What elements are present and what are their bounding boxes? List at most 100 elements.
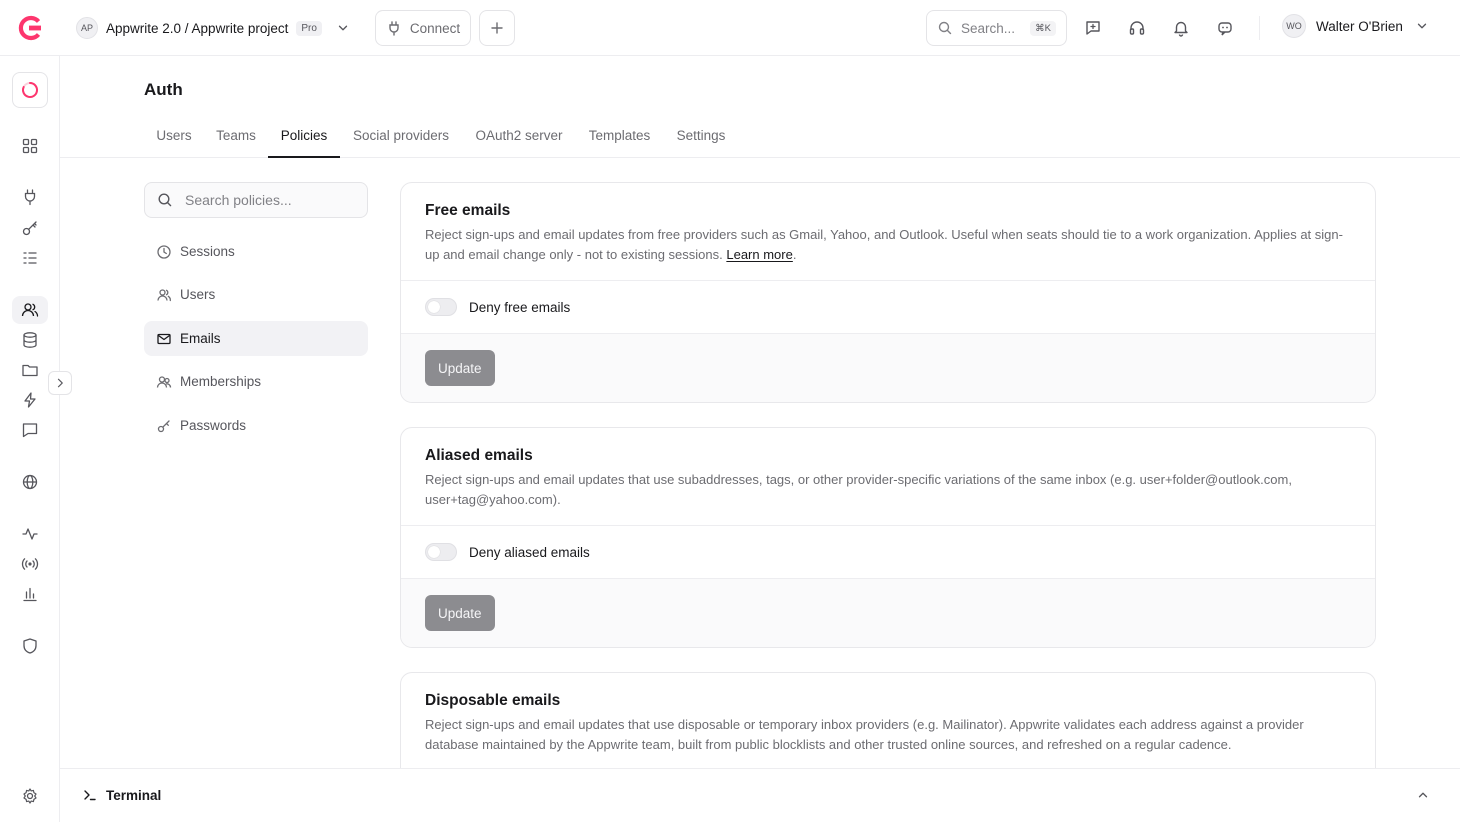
description-text: Reject sign-ups and email updates from f… bbox=[425, 227, 1343, 262]
assistant-icon[interactable] bbox=[1215, 18, 1235, 38]
folder-icon[interactable] bbox=[20, 360, 40, 380]
policy-item-emails[interactable]: Emails bbox=[144, 321, 368, 356]
card-description: Reject sign-ups and email updates that u… bbox=[425, 472, 1292, 507]
tab-policies[interactable]: Policies bbox=[268, 118, 340, 158]
user-menu[interactable]: WO Walter O'Brien bbox=[1282, 14, 1429, 38]
memberships-icon bbox=[156, 374, 172, 390]
connect-label: Connect bbox=[409, 20, 461, 36]
terminal-label: Terminal bbox=[106, 787, 162, 803]
mail-icon bbox=[156, 331, 172, 347]
policy-item-label: Sessions bbox=[180, 244, 235, 259]
project-avatar: AP bbox=[76, 17, 98, 39]
chevron-right-icon bbox=[54, 377, 66, 389]
policy-item-users[interactable]: Users bbox=[144, 277, 368, 312]
lightning-icon[interactable] bbox=[20, 390, 40, 410]
bar-chart-icon[interactable] bbox=[20, 584, 40, 604]
toggle-label: Deny aliased emails bbox=[469, 544, 590, 560]
user-name: Walter O'Brien bbox=[1316, 18, 1403, 34]
chevron-down-icon bbox=[1415, 19, 1429, 33]
plan-badge: Pro bbox=[296, 20, 322, 36]
overview-icon[interactable] bbox=[20, 136, 40, 156]
list-icon[interactable] bbox=[20, 248, 40, 268]
chevron-down-icon bbox=[336, 21, 350, 35]
tab-users[interactable]: Users bbox=[144, 118, 204, 158]
card-title: Aliased emails bbox=[425, 447, 533, 464]
clock-icon bbox=[156, 244, 172, 260]
update-button[interactable]: Update bbox=[425, 350, 495, 386]
toggle-row: Deny aliased emails bbox=[401, 526, 1375, 579]
appwrite-logo-icon[interactable] bbox=[17, 15, 43, 41]
policy-item-passwords[interactable]: Passwords bbox=[144, 408, 368, 443]
messaging-icon[interactable] bbox=[20, 420, 40, 440]
feedback-icon[interactable] bbox=[1083, 18, 1103, 38]
tab-oauth2-server[interactable]: OAuth2 server bbox=[468, 118, 570, 158]
gear-icon[interactable] bbox=[20, 786, 40, 806]
realtime-icon[interactable] bbox=[20, 554, 40, 574]
policy-item-label: Passwords bbox=[180, 418, 247, 433]
headset-icon[interactable] bbox=[1127, 18, 1147, 38]
key-icon bbox=[156, 418, 172, 434]
plug-icon bbox=[386, 20, 402, 36]
terminal-panel[interactable]: Terminal bbox=[60, 768, 1460, 822]
project-name: Appwrite 2.0 / Appwrite project bbox=[106, 20, 289, 36]
search-placeholder: Search... bbox=[961, 20, 1016, 36]
top-bar: AP Appwrite 2.0 / Appwrite project Pro C… bbox=[0, 0, 1460, 56]
connect-button[interactable]: Connect bbox=[375, 10, 471, 46]
users-icon bbox=[156, 287, 172, 303]
plus-icon bbox=[489, 20, 505, 36]
database-icon[interactable] bbox=[20, 330, 40, 350]
auth-tabs: Users Teams Policies Social providers OA… bbox=[60, 118, 1460, 158]
expand-sidebar-button[interactable] bbox=[48, 371, 72, 395]
chevron-up-icon[interactable] bbox=[1416, 788, 1430, 802]
page-title: Auth bbox=[144, 80, 183, 99]
shield-icon[interactable] bbox=[20, 636, 40, 656]
toggle-label: Deny free emails bbox=[469, 299, 571, 315]
toggle-row: Deny free emails bbox=[401, 281, 1375, 334]
learn-more-link[interactable]: Learn more bbox=[726, 247, 792, 262]
policy-item-label: Users bbox=[180, 287, 216, 302]
globe-icon[interactable] bbox=[20, 472, 40, 492]
policies-search-input[interactable]: Search policies... bbox=[144, 182, 368, 218]
tab-teams[interactable]: Teams bbox=[210, 118, 262, 158]
project-switcher[interactable]: AP Appwrite 2.0 / Appwrite project Pro bbox=[70, 10, 356, 46]
project-status-button[interactable] bbox=[12, 72, 48, 108]
card-header: Free emails Reject sign-ups and email up… bbox=[401, 183, 1375, 281]
card-header: Disposable emails Reject sign-ups and em… bbox=[401, 673, 1375, 771]
auth-users-icon[interactable] bbox=[20, 300, 40, 320]
card-title: Disposable emails bbox=[425, 692, 561, 709]
global-search[interactable]: Search... ⌘K bbox=[926, 10, 1067, 46]
policy-item-memberships[interactable]: Memberships bbox=[144, 364, 368, 399]
policy-item-sessions[interactable]: Sessions bbox=[144, 234, 368, 269]
tab-settings[interactable]: Settings bbox=[669, 118, 733, 158]
left-navigation bbox=[0, 56, 60, 822]
card-description: Reject sign-ups and email updates that u… bbox=[425, 717, 1304, 752]
tab-templates[interactable]: Templates bbox=[581, 118, 658, 158]
card-footer: Update bbox=[401, 334, 1375, 402]
tab-social-providers[interactable]: Social providers bbox=[346, 118, 456, 158]
user-avatar: WO bbox=[1282, 14, 1306, 38]
deny-free-emails-toggle[interactable] bbox=[425, 298, 457, 316]
search-icon bbox=[157, 192, 173, 208]
card-header: Aliased emails Reject sign-ups and email… bbox=[401, 428, 1375, 526]
card-title: Free emails bbox=[425, 202, 511, 219]
add-button[interactable] bbox=[479, 10, 515, 46]
policy-item-label: Memberships bbox=[180, 374, 262, 389]
bell-icon[interactable] bbox=[1171, 18, 1191, 38]
search-shortcut: ⌘K bbox=[1030, 20, 1056, 36]
key-icon[interactable] bbox=[20, 218, 40, 238]
plug-icon[interactable] bbox=[20, 187, 40, 207]
free-emails-card: Free emails Reject sign-ups and email up… bbox=[400, 182, 1376, 403]
card-description: Reject sign-ups and email updates from f… bbox=[425, 227, 1343, 262]
card-footer: Update bbox=[401, 579, 1375, 647]
update-button[interactable]: Update bbox=[425, 595, 495, 631]
policies-search-placeholder: Search policies... bbox=[185, 192, 292, 208]
search-icon bbox=[937, 20, 953, 36]
terminal-header[interactable]: Terminal bbox=[82, 787, 161, 803]
activity-icon[interactable] bbox=[20, 524, 40, 544]
policy-item-label: Emails bbox=[180, 331, 221, 346]
deny-aliased-emails-toggle[interactable] bbox=[425, 543, 457, 561]
terminal-icon bbox=[82, 787, 98, 803]
divider bbox=[1259, 16, 1260, 40]
aliased-emails-card: Aliased emails Reject sign-ups and email… bbox=[400, 427, 1376, 648]
loading-ring-icon bbox=[20, 80, 40, 100]
